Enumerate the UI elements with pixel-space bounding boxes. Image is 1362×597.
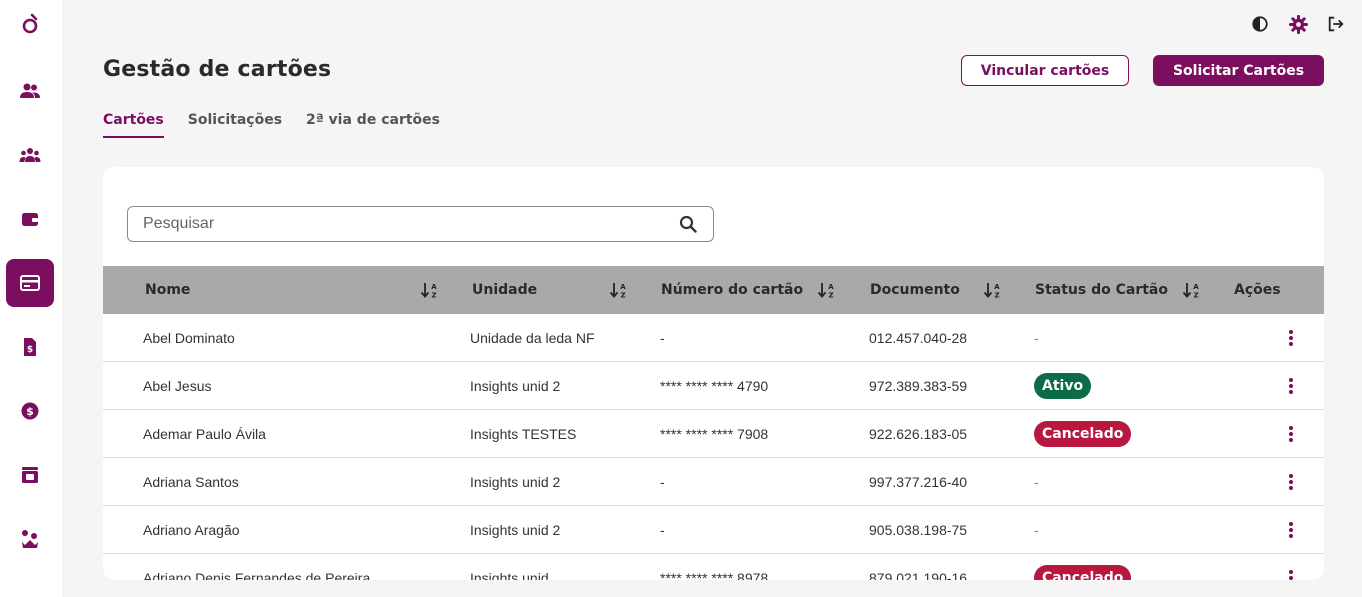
table-row: Adriano Aragão Insights unid 2 - 905.038… bbox=[103, 506, 1324, 554]
svg-text:Z: Z bbox=[620, 292, 625, 300]
cell-documento: 012.457.040-28 bbox=[869, 330, 968, 346]
cell-status: Cancelado bbox=[1034, 410, 1132, 458]
cell-nome: Adriano Aragão bbox=[143, 522, 240, 538]
cell-numero: **** **** **** 8978 bbox=[660, 570, 769, 580]
svg-text:A: A bbox=[828, 283, 834, 291]
svg-text:Z: Z bbox=[994, 292, 999, 300]
kebab-menu-icon[interactable] bbox=[1283, 376, 1299, 396]
cell-documento: 997.377.216-40 bbox=[869, 474, 968, 490]
users-icon[interactable] bbox=[6, 67, 54, 115]
card-icon[interactable] bbox=[6, 259, 54, 307]
header-numero: Número do cartão bbox=[661, 282, 804, 298]
kebab-menu-icon[interactable] bbox=[1283, 328, 1299, 348]
table-header: Nome AZ Unidade AZ Número do cartão AZ D… bbox=[103, 266, 1324, 314]
status-badge: Cancelado bbox=[1034, 421, 1132, 447]
wallet-icon[interactable] bbox=[6, 195, 54, 243]
header-acoes: Ações bbox=[1234, 282, 1281, 298]
kebab-menu-icon[interactable] bbox=[1283, 520, 1299, 540]
cell-numero: **** **** **** 7908 bbox=[660, 426, 769, 442]
svg-text:$: $ bbox=[26, 405, 34, 418]
table-row: Ademar Paulo Ávila Insights TESTES **** … bbox=[103, 410, 1324, 458]
cell-documento: 922.626.183-05 bbox=[869, 426, 968, 442]
cell-unidade: Insights TESTES bbox=[470, 426, 577, 442]
cell-unidade: Insights unid bbox=[470, 570, 549, 580]
status-text: - bbox=[1034, 330, 1039, 346]
cell-status: Ativo bbox=[1034, 362, 1092, 410]
cell-nome: Ademar Paulo Ávila bbox=[143, 426, 266, 442]
svg-text:$: $ bbox=[27, 345, 33, 355]
store-icon[interactable] bbox=[6, 451, 54, 499]
header-documento: Documento bbox=[870, 282, 960, 298]
status-badge: Cancelado bbox=[1034, 565, 1132, 580]
coin-icon[interactable]: $ bbox=[6, 387, 54, 435]
svg-text:A: A bbox=[431, 283, 437, 291]
logout-icon[interactable] bbox=[1326, 14, 1346, 34]
cell-nome: Adriana Santos bbox=[143, 474, 239, 490]
cell-status: - bbox=[1034, 458, 1039, 506]
sidebar: $ $ bbox=[0, 0, 62, 597]
cell-status: - bbox=[1034, 314, 1039, 362]
search-box bbox=[127, 206, 714, 242]
cards-panel: Nome AZ Unidade AZ Número do cartão AZ D… bbox=[103, 167, 1324, 580]
svg-text:Z: Z bbox=[828, 292, 833, 300]
top-icons bbox=[1250, 14, 1346, 34]
header-nome: Nome bbox=[145, 282, 191, 298]
cell-documento: 905.038.198-75 bbox=[869, 522, 968, 538]
cell-documento: 972.389.383-59 bbox=[869, 378, 968, 394]
cell-unidade: Insights unid 2 bbox=[470, 522, 561, 538]
cell-unidade: Insights unid 2 bbox=[470, 378, 561, 394]
cell-unidade: Unidade da leda NF bbox=[470, 330, 595, 346]
contrast-icon[interactable] bbox=[1250, 14, 1270, 34]
status-text: - bbox=[1034, 522, 1039, 538]
cell-numero: - bbox=[660, 522, 665, 538]
sort-az-icon[interactable]: AZ bbox=[817, 280, 837, 300]
request-cards-button[interactable]: Solicitar Cartões bbox=[1153, 55, 1324, 86]
tab-cards[interactable]: Cartões bbox=[103, 112, 164, 138]
svg-text:A: A bbox=[1193, 283, 1199, 291]
status-text: - bbox=[1034, 474, 1039, 490]
document-dollar-icon[interactable]: $ bbox=[6, 323, 54, 371]
search-input[interactable] bbox=[128, 207, 648, 241]
page-title: Gestão de cartões bbox=[103, 57, 332, 82]
kebab-menu-icon[interactable] bbox=[1283, 424, 1299, 444]
sort-az-icon[interactable]: AZ bbox=[983, 280, 1003, 300]
svg-text:A: A bbox=[620, 283, 626, 291]
cell-nome: Abel Jesus bbox=[143, 378, 212, 394]
svg-text:A: A bbox=[994, 283, 1000, 291]
svg-text:Z: Z bbox=[431, 292, 436, 300]
table-row: Abel Dominato Unidade da leda NF - 012.4… bbox=[103, 314, 1324, 362]
cell-status: - bbox=[1034, 506, 1039, 554]
cell-numero: - bbox=[660, 474, 665, 490]
table-row: Adriana Santos Insights unid 2 - 997.377… bbox=[103, 458, 1324, 506]
cell-nome: Adriano Denis Fernandes de Pereira bbox=[143, 570, 371, 580]
settings-crown-icon[interactable] bbox=[6, 515, 54, 563]
table-row: Abel Jesus Insights unid 2 **** **** ***… bbox=[103, 362, 1324, 410]
tab-second-copy[interactable]: 2ª via de cartões bbox=[306, 112, 440, 138]
cell-numero: - bbox=[660, 330, 665, 346]
tabs: Cartões Solicitações 2ª via de cartões bbox=[103, 112, 440, 138]
cell-status: Cancelado bbox=[1034, 554, 1132, 580]
cell-documento: 879.021.190-16 bbox=[869, 570, 968, 580]
tab-requests[interactable]: Solicitações bbox=[188, 112, 282, 138]
sort-az-icon[interactable]: AZ bbox=[609, 280, 629, 300]
kebab-menu-icon[interactable] bbox=[1283, 568, 1299, 580]
search-icon[interactable] bbox=[679, 215, 697, 233]
table-row: Adriano Denis Fernandes de Pereira Insig… bbox=[103, 554, 1324, 580]
cell-nome: Abel Dominato bbox=[143, 330, 235, 346]
cell-numero: **** **** **** 4790 bbox=[660, 378, 769, 394]
logo-icon[interactable] bbox=[6, 0, 54, 48]
kebab-menu-icon[interactable] bbox=[1283, 472, 1299, 492]
gear-icon[interactable] bbox=[1288, 14, 1308, 34]
group-icon[interactable] bbox=[6, 131, 54, 179]
svg-text:Z: Z bbox=[1193, 292, 1198, 300]
sort-az-icon[interactable]: AZ bbox=[1182, 280, 1202, 300]
link-cards-button[interactable]: Vincular cartões bbox=[961, 55, 1129, 86]
header-unidade: Unidade bbox=[472, 282, 538, 298]
sort-az-icon[interactable]: AZ bbox=[420, 280, 440, 300]
header-status: Status do Cartão bbox=[1035, 282, 1168, 298]
status-badge: Ativo bbox=[1034, 373, 1092, 399]
cell-unidade: Insights unid 2 bbox=[470, 474, 561, 490]
